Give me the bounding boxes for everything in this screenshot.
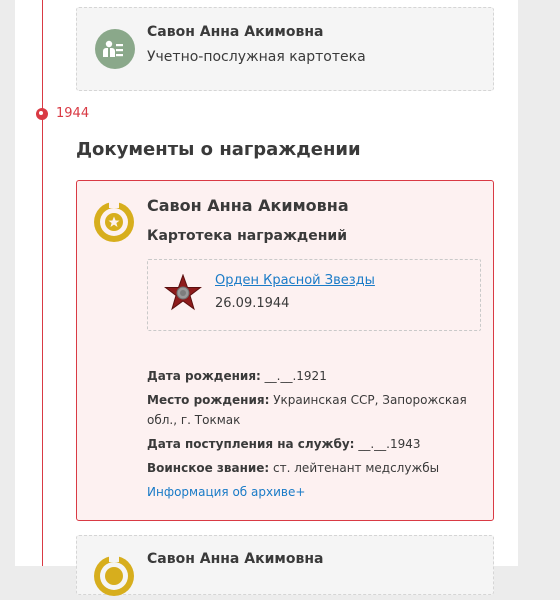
card-person-name: Савон Анна Акимовна xyxy=(147,551,324,567)
award-item: Орден Красной Звезды 26.09.1944 xyxy=(147,259,481,331)
award-title-link[interactable]: Орден Красной Звезды xyxy=(215,273,375,288)
detail-rank: Воинское звание: ст. лейтенант медслужбы xyxy=(147,458,487,478)
document-card-award-next[interactable]: Савон Анна Акимовна xyxy=(76,535,494,596)
detail-label: Дата рождения: xyxy=(147,369,261,383)
card-person-name: Савон Анна Акимовна xyxy=(147,196,349,215)
timeline-line xyxy=(42,0,43,566)
card-document-type: Картотека награждений xyxy=(147,228,348,244)
section-title: Документы о награждении xyxy=(76,139,361,160)
medal-icon xyxy=(94,556,134,596)
detail-label: Воинское звание: xyxy=(147,461,270,475)
detail-birth-place: Место рождения: Украинская ССР, Запорожс… xyxy=(147,390,487,430)
detail-value: ст. лейтенант медслужбы xyxy=(273,461,440,475)
detail-service-date: Дата поступления на службу: __.__.1943 xyxy=(147,434,487,454)
detail-value: __.__.1921 xyxy=(264,369,327,383)
award-date: 26.09.1944 xyxy=(215,296,290,311)
archive-info-link[interactable]: Информация об архиве+ xyxy=(147,485,305,499)
detail-birth-date: Дата рождения: __.__.1921 xyxy=(147,366,487,386)
medal-icon xyxy=(94,202,134,242)
detail-label: Дата поступления на службу: xyxy=(147,437,355,451)
person-list-icon xyxy=(95,29,135,69)
red-star-order-icon xyxy=(164,273,202,312)
timeline-year-marker xyxy=(36,108,48,120)
document-card-service-record[interactable]: Савон Анна Акимовна Учетно-послужная кар… xyxy=(76,7,494,91)
card-person-name: Савон Анна Акимовна xyxy=(147,24,324,40)
card-document-type: Учетно-послужная картотека xyxy=(147,49,366,65)
detail-label: Место рождения: xyxy=(147,393,270,407)
detail-value: __.__.1943 xyxy=(358,437,421,451)
document-card-award[interactable]: Савон Анна Акимовна Картотека награждени… xyxy=(76,180,494,521)
timeline-year-label: 1944 xyxy=(56,106,90,121)
